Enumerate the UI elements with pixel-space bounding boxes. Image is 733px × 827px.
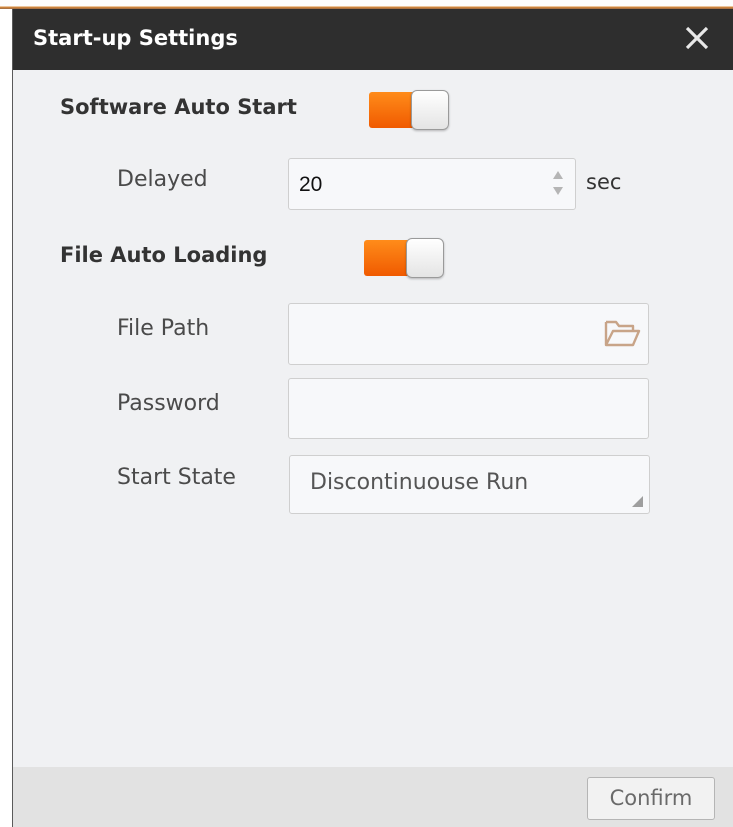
toggle-knob	[406, 238, 444, 278]
folder-open-icon[interactable]	[602, 316, 642, 350]
spin-arrows-icon[interactable]	[551, 167, 565, 201]
startup-settings-dialog: Start-up Settings Software Auto Start De…	[12, 9, 733, 827]
start-state-label: Start State	[117, 465, 236, 490]
file-auto-loading-toggle[interactable]	[364, 238, 444, 278]
file-path-label: File Path	[117, 316, 210, 341]
delayed-unit: sec	[586, 170, 622, 194]
delayed-value: 20	[299, 173, 323, 196]
password-input[interactable]	[288, 378, 649, 439]
start-state-select[interactable]: Discontinuouse Run	[289, 455, 650, 514]
file-auto-loading-label: File Auto Loading	[60, 243, 268, 267]
software-auto-start-toggle[interactable]	[369, 90, 449, 130]
start-state-value: Discontinuouse Run	[310, 470, 529, 495]
dropdown-corner-icon	[632, 496, 643, 507]
toggle-knob	[411, 90, 449, 130]
password-label: Password	[117, 391, 220, 416]
delayed-spinbox[interactable]: 20	[288, 158, 576, 210]
software-auto-start-label: Software Auto Start	[60, 95, 297, 119]
dialog-footer: Confirm	[13, 767, 733, 827]
title-bar: Start-up Settings	[13, 9, 733, 70]
delayed-label: Delayed	[117, 167, 208, 192]
window-top-edge	[0, 0, 733, 9]
close-icon[interactable]	[681, 22, 713, 54]
dialog-title: Start-up Settings	[33, 26, 238, 50]
confirm-button[interactable]: Confirm	[587, 777, 715, 820]
file-path-input[interactable]	[288, 303, 649, 365]
